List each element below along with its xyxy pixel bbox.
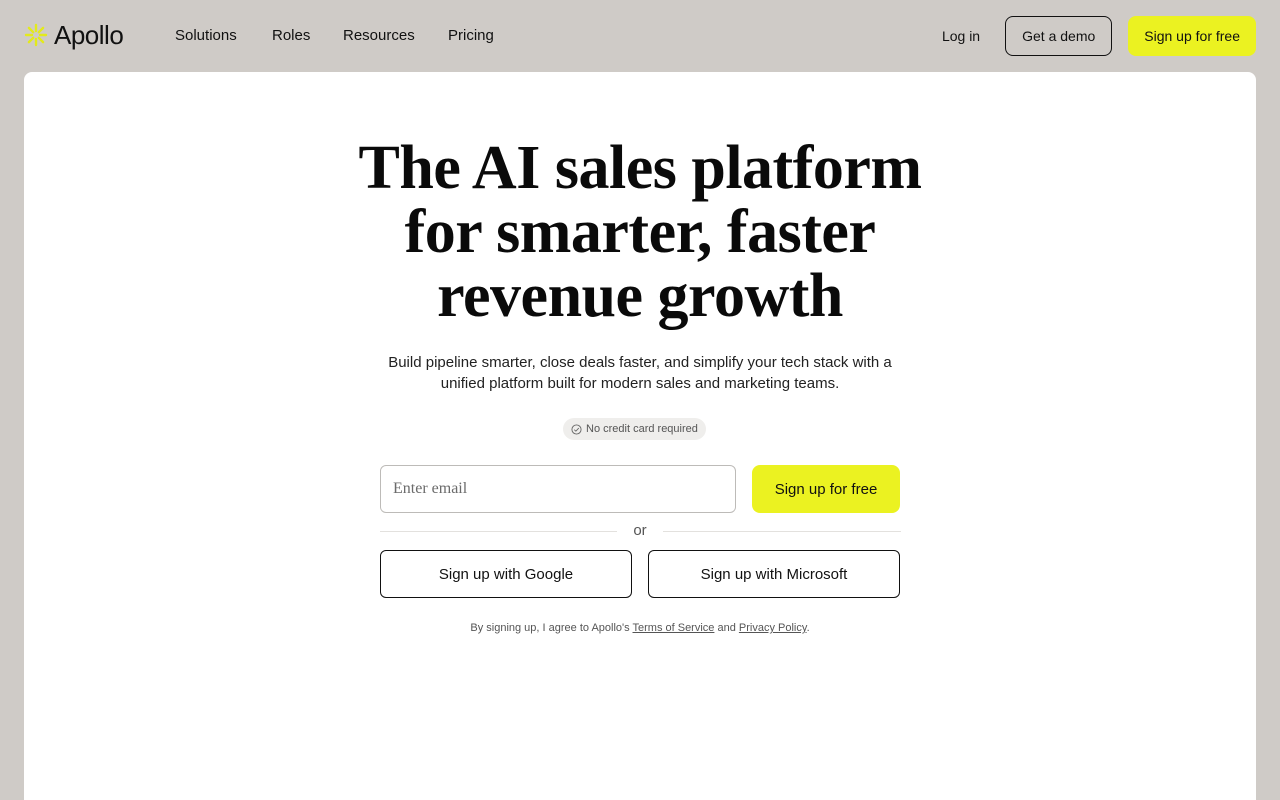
nav-pricing[interactable]: Pricing — [448, 24, 508, 48]
microsoft-signup-button[interactable]: Sign up with Microsoft — [648, 550, 900, 598]
get-demo-button[interactable]: Get a demo — [1005, 16, 1113, 56]
apollo-logo-icon — [24, 23, 48, 47]
header-signup-button[interactable]: Sign up for free — [1128, 16, 1256, 56]
apollo-logo[interactable]: Apollo — [24, 19, 124, 50]
divider-line-right — [663, 531, 901, 532]
badge-label: No credit card required — [586, 423, 698, 435]
nav-roles[interactable]: Roles — [272, 24, 343, 48]
legal-and: and — [717, 622, 736, 634]
hero-title: The AI sales platform for smarter, faste… — [358, 134, 923, 330]
legal-prefix: By signing up, I agree to Apollo's — [470, 622, 630, 634]
terms-link[interactable]: Terms of Service — [633, 622, 715, 634]
login-link[interactable]: Log in — [942, 28, 980, 44]
header-actions: Log in Get a demo Sign up for free — [942, 16, 1256, 56]
no-credit-card-badge: No credit card required — [563, 418, 706, 440]
logo-wordmark: Apollo — [54, 19, 124, 50]
nav-resources[interactable]: Resources — [343, 24, 448, 48]
top-navigation: Apollo Solutions Roles Resources Pricing… — [0, 0, 1280, 72]
divider-line-left — [380, 531, 617, 532]
legal-notice: By signing up, I agree to Apollo's Terms… — [380, 622, 900, 634]
signup-submit-button[interactable]: Sign up for free — [752, 465, 900, 513]
legal-suffix: . — [806, 622, 810, 634]
email-input[interactable] — [380, 465, 736, 513]
google-signup-button[interactable]: Sign up with Google — [380, 550, 632, 598]
privacy-link[interactable]: Privacy Policy — [739, 622, 807, 634]
nav-solutions[interactable]: Solutions — [175, 24, 272, 48]
divider-or: or — [633, 522, 647, 539]
main-nav: Solutions Roles Resources Pricing — [175, 24, 508, 48]
hero-card: The AI sales platform for smarter, faste… — [24, 72, 1256, 800]
check-circle-icon — [571, 423, 582, 435]
hero-subtitle: Build pipeline smarter, close deals fast… — [388, 354, 892, 392]
